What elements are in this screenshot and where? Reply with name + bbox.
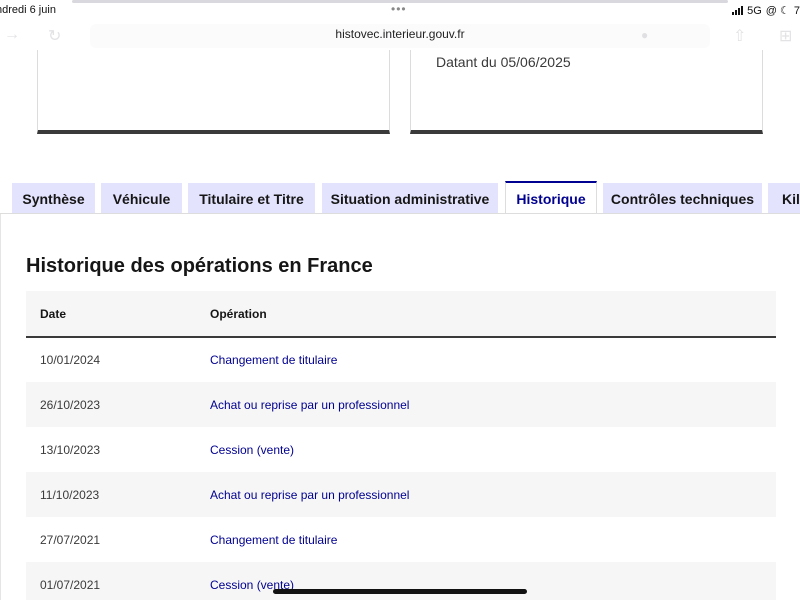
table-row: 27/07/2021 Changement de titulaire [26, 517, 776, 562]
status-extra-icons: @ ☾ [765, 5, 790, 17]
table-row: 11/10/2023 Achat ou reprise par un profe… [26, 472, 776, 517]
table-header-row: Date Opération [26, 291, 776, 338]
tab-synthese[interactable]: Synthèse [12, 183, 95, 214]
status-icons: 5G @ ☾ 7 [732, 4, 800, 17]
table-row: 10/01/2024 Changement de titulaire [26, 337, 776, 382]
tab-titulaire-et-titre[interactable]: Titulaire et Titre [188, 183, 315, 214]
tab-controles-techniques[interactable]: Contrôles techniques [603, 183, 762, 214]
back-arrow-icon[interactable]: → [4, 26, 20, 44]
report-date: Datant du 05/06/2025 [436, 54, 571, 70]
signal-icon [732, 6, 744, 15]
row-date: 13/10/2023 [40, 442, 101, 457]
row-operation: Cession (vente) [210, 562, 776, 600]
status-date: ndredi 6 juin [0, 4, 56, 16]
tab-historique[interactable]: Historique [505, 181, 597, 214]
row-operation: Cession (vente) [210, 442, 295, 457]
row-date: 01/07/2021 [26, 562, 210, 600]
share-icon[interactable]: ⇧ [733, 26, 746, 46]
column-header-date[interactable]: Date [26, 291, 210, 338]
row-date: 11/10/2023 [26, 472, 210, 517]
row-operation: Changement de titulaire [210, 532, 338, 547]
info-card-left [37, 50, 390, 134]
section-title: Historique des opérations en France [26, 255, 373, 277]
network-label: 5G [747, 4, 762, 17]
tab-vehicule[interactable]: Véhicule [101, 183, 182, 214]
row-operation: Achat ou reprise par un professionnel [210, 382, 776, 427]
history-panel: Historique des opérations en France Date… [0, 214, 800, 600]
new-tab-icon[interactable]: ⊞ [779, 26, 792, 46]
table-row: 13/10/2023 Cession (vente) [26, 427, 776, 472]
status-bar: ndredi 6 juin ••• 5G @ ☾ 7 [0, 0, 800, 20]
tab-situation-administrative[interactable]: Situation administrative [322, 183, 498, 214]
row-date: 27/07/2021 [40, 532, 101, 547]
info-card-right: Datant du 05/06/2025 [410, 50, 763, 134]
operations-table: Date Opération 10/01/2024 Changement de … [26, 291, 776, 600]
battery-label: 7 [793, 4, 800, 17]
row-operation: Achat ou reprise par un professionnel [210, 472, 776, 517]
browser-toolbar: → ↻ histovec.interieur.gouv.fr ● ⇧ ⊞ [0, 20, 800, 50]
table-row: 26/10/2023 Achat ou reprise par un profe… [26, 382, 776, 427]
table-row: 01/07/2021 Cession (vente) [26, 562, 776, 600]
tab-list: Synthèse Véhicule Titulaire et Titre Sit… [0, 181, 800, 214]
microphone-icon[interactable]: ● [641, 28, 653, 42]
home-indicator[interactable] [273, 589, 527, 594]
row-date: 10/01/2024 [40, 353, 101, 367]
reload-icon[interactable]: ↻ [48, 26, 61, 46]
column-header-operation[interactable]: Opération [210, 291, 776, 338]
tab-kilometrage[interactable]: Kilo [768, 183, 800, 214]
url-text[interactable]: histovec.interieur.gouv.fr [300, 27, 500, 41]
more-dots-icon[interactable]: ••• [391, 2, 407, 16]
row-operation: Changement de titulaire [210, 353, 338, 367]
row-date: 26/10/2023 [26, 382, 210, 427]
